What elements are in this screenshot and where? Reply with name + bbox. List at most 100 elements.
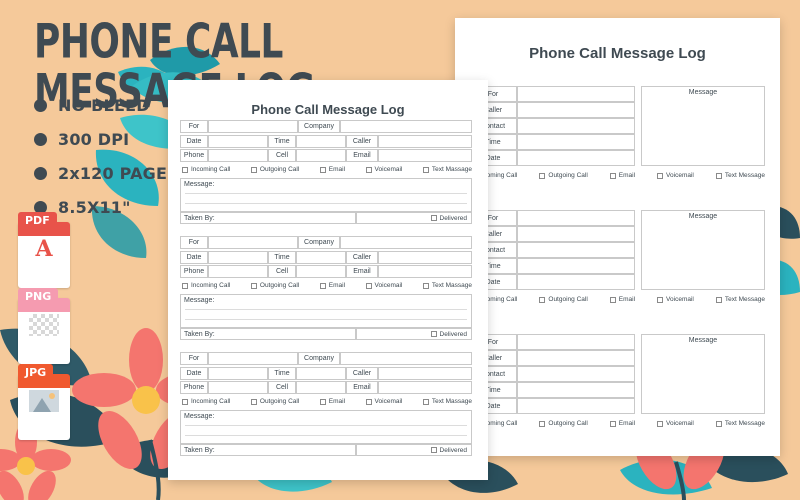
field-input-phone[interactable] [208,265,268,278]
delivered-checkbox[interactable]: Delivered [356,212,472,224]
field-input-cell[interactable] [296,149,346,162]
field-input-cell[interactable] [296,265,346,278]
field-input[interactable] [517,398,635,414]
checkbox-item[interactable]: Voicemail [657,172,694,179]
checkbox-icon[interactable] [250,398,257,405]
field-input-email[interactable] [378,265,472,278]
checkbox-icon[interactable] [430,447,437,453]
checkbox-icon[interactable] [422,282,429,289]
checkbox-item[interactable]: Outgoing Call [539,172,588,179]
field-input[interactable] [517,350,635,366]
checkbox-icon[interactable] [657,420,664,427]
field-input-company[interactable] [340,352,472,365]
checkbox-item[interactable]: Incoming Call [182,398,230,405]
checkbox-icon[interactable] [422,166,429,173]
checkbox-icon[interactable] [319,282,326,289]
checkbox-icon[interactable] [715,296,722,303]
checkbox-item[interactable]: Incoming Call [182,282,230,289]
checkbox-icon[interactable] [430,215,437,221]
field-input[interactable] [517,226,635,242]
checkbox-item[interactable]: Incoming Call [182,166,230,173]
checkbox-icon[interactable] [609,172,616,179]
checkbox-item[interactable]: Outgoing Call [539,420,588,427]
checkbox-item[interactable]: Text Massage [422,282,472,289]
checkbox-icon[interactable] [715,172,722,179]
field-input-for[interactable] [208,352,298,365]
checkbox-item[interactable]: Email [609,420,635,427]
checkbox-item[interactable]: Outgoing Call [539,296,588,303]
field-input-time[interactable] [296,251,346,264]
field-input[interactable] [517,366,635,382]
message-area[interactable]: Message [641,210,765,290]
field-input-caller[interactable] [378,135,472,148]
checkbox-icon[interactable] [539,420,546,427]
delivered-checkbox[interactable]: Delivered [356,328,472,340]
message-area[interactable]: Message: [180,294,472,328]
field-input[interactable] [517,102,635,118]
field-input-date[interactable] [208,367,268,380]
checkbox-icon[interactable] [715,420,722,427]
checkbox-icon[interactable] [182,282,188,289]
field-input[interactable] [517,382,635,398]
checkbox-item[interactable]: Outgoing Call [250,282,299,289]
message-area[interactable]: Message [641,334,765,414]
checkbox-item[interactable]: Voicemail [365,166,402,173]
checkbox-item[interactable]: Voicemail [657,420,694,427]
field-input-time[interactable] [296,367,346,380]
checkbox-icon[interactable] [365,282,372,289]
checkbox-icon[interactable] [182,398,188,405]
checkbox-item[interactable]: Email [609,296,635,303]
checkbox-icon[interactable] [365,166,372,173]
field-input-company[interactable] [340,120,472,133]
field-input[interactable] [517,334,635,350]
checkbox-item[interactable]: Text Message [715,420,765,427]
field-input-time[interactable] [296,135,346,148]
field-input[interactable] [517,210,635,226]
field-input[interactable] [517,242,635,258]
field-input[interactable] [517,118,635,134]
checkbox-item[interactable]: Email [319,282,345,289]
field-input-for[interactable] [208,236,298,249]
message-area[interactable]: Message: [180,410,472,444]
checkbox-icon[interactable] [365,398,372,405]
field-input-phone[interactable] [208,381,268,394]
checkbox-icon[interactable] [422,398,429,405]
checkbox-icon[interactable] [319,398,326,405]
checkbox-icon[interactable] [250,166,257,173]
checkbox-icon[interactable] [539,296,546,303]
checkbox-icon[interactable] [609,420,616,427]
field-input-caller[interactable] [378,251,472,264]
checkbox-icon[interactable] [250,282,257,289]
field-input-phone[interactable] [208,149,268,162]
checkbox-icon[interactable] [319,166,326,173]
checkbox-icon[interactable] [539,172,546,179]
checkbox-item[interactable]: Text Message [715,296,765,303]
checkbox-item[interactable]: Email [319,398,345,405]
field-input-email[interactable] [378,381,472,394]
checkbox-item[interactable]: Outgoing Call [250,398,299,405]
checkbox-item[interactable]: Voicemail [365,398,402,405]
checkbox-icon[interactable] [657,172,664,179]
checkbox-item[interactable]: Email [319,166,345,173]
checkbox-item[interactable]: Voicemail [365,282,402,289]
field-input-for[interactable] [208,120,298,133]
field-input[interactable] [517,258,635,274]
field-input[interactable] [517,86,635,102]
checkbox-item[interactable]: Voicemail [657,296,694,303]
checkbox-item[interactable]: Text Massage [422,166,472,173]
checkbox-icon[interactable] [182,166,188,173]
field-input-email[interactable] [378,149,472,162]
checkbox-icon[interactable] [430,331,437,337]
field-input[interactable] [517,150,635,166]
field-input[interactable] [517,134,635,150]
field-input-cell[interactable] [296,381,346,394]
field-input-date[interactable] [208,135,268,148]
checkbox-icon[interactable] [609,296,616,303]
field-input-caller[interactable] [378,367,472,380]
checkbox-item[interactable]: Text Massage [422,398,472,405]
field-input-company[interactable] [340,236,472,249]
checkbox-item[interactable]: Text Message [715,172,765,179]
message-area[interactable]: Message: [180,178,472,212]
field-input-date[interactable] [208,251,268,264]
checkbox-item[interactable]: Email [609,172,635,179]
